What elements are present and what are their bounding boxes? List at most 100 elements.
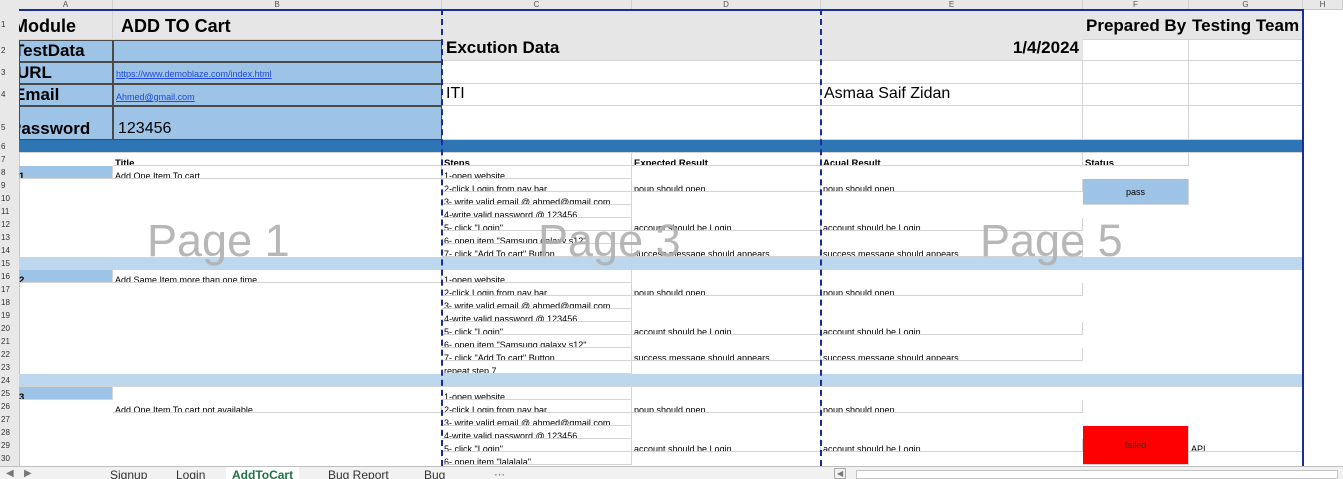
- cell-c5[interactable]: [442, 106, 821, 140]
- column-header-h[interactable]: H: [1303, 0, 1343, 9]
- cell-a2[interactable]: TestData: [19, 40, 113, 62]
- row-header[interactable]: 28: [0, 426, 19, 439]
- row-header[interactable]: 14: [0, 244, 19, 257]
- case-title-cell[interactable]: Add Same Item more than one time: [113, 270, 442, 283]
- case-id-cell[interactable]: 3: [19, 387, 113, 400]
- step-cell[interactable]: repeat step 7: [442, 361, 632, 374]
- expected-cell[interactable]: poup should open: [632, 400, 821, 413]
- tab-addtocart[interactable]: AddToCart: [226, 467, 300, 479]
- cell-e4[interactable]: Asmaa Saif Zidan: [821, 84, 1083, 106]
- cell-a4[interactable]: Email: [19, 84, 113, 106]
- cell-c3[interactable]: [442, 61, 821, 84]
- row-header[interactable]: 26: [0, 400, 19, 413]
- actual-cell[interactable]: account should be Login: [821, 218, 1083, 231]
- row-header[interactable]: 20: [0, 322, 19, 335]
- cell-a1[interactable]: Module: [19, 9, 113, 40]
- actual-cell[interactable]: account should be Login: [821, 439, 1083, 452]
- row-header[interactable]: 17: [0, 283, 19, 296]
- cell-b1[interactable]: ADD TO Cart: [113, 9, 442, 40]
- row-header[interactable]: 12: [0, 218, 19, 231]
- row-header[interactable]: 25: [0, 387, 19, 400]
- step-cell[interactable]: 6- open item "Samsung galaxy s12": [442, 335, 632, 348]
- row-header[interactable]: 6: [0, 140, 19, 153]
- column-header-c[interactable]: C: [442, 0, 632, 9]
- cell-f4[interactable]: [1083, 84, 1189, 106]
- step-cell[interactable]: 2-click Login from nav bar: [442, 283, 632, 296]
- row-header[interactable]: 13: [0, 231, 19, 244]
- case-title-cell[interactable]: Add One Item To cart not available: [113, 400, 442, 413]
- row-header[interactable]: 22: [0, 348, 19, 361]
- email-link[interactable]: Ahmed@gmail.com: [116, 92, 195, 102]
- step-cell[interactable]: 6- open item "lalalala": [442, 452, 632, 465]
- step-cell[interactable]: 4-write valid password @ 123456: [442, 426, 632, 439]
- expected-cell[interactable]: account should be Login: [632, 322, 821, 335]
- step-cell[interactable]: 1-open website: [442, 166, 632, 179]
- actual-cell[interactable]: account should be Login: [821, 322, 1083, 335]
- tab-bug[interactable]: Bug: [418, 467, 451, 479]
- row-header[interactable]: 7: [0, 153, 19, 166]
- step-cell[interactable]: 4-write valid password @ 123456: [442, 309, 632, 322]
- row-header[interactable]: 16: [0, 270, 19, 283]
- step-cell[interactable]: 7- click "Add To cart" Button: [442, 348, 632, 361]
- cell-b4[interactable]: Ahmed@gmail.com: [113, 84, 442, 106]
- cell-g4[interactable]: [1189, 84, 1303, 106]
- actual-cell[interactable]: success message should appears: [821, 348, 1083, 361]
- column-header-d[interactable]: D: [632, 0, 821, 9]
- step-cell[interactable]: 7- click "Add To cart" Button: [442, 244, 632, 257]
- row-header[interactable]: 11: [0, 205, 19, 218]
- header-expected-cell[interactable]: Expected Result: [632, 153, 821, 166]
- step-cell[interactable]: 2-click Login from nav bar: [442, 179, 632, 192]
- row-header[interactable]: 21: [0, 335, 19, 348]
- horizontal-scrollbar[interactable]: [856, 470, 1338, 479]
- row-header[interactable]: 27: [0, 413, 19, 426]
- row-header[interactable]: 2: [0, 40, 19, 62]
- url-link[interactable]: https://www.demoblaze.com/index.html: [116, 69, 272, 79]
- cell-e5[interactable]: [821, 106, 1083, 140]
- case-id-cell[interactable]: 1: [19, 166, 113, 179]
- more-tabs-icon[interactable]: ⋯: [494, 468, 505, 479]
- row-header[interactable]: 9: [0, 179, 19, 192]
- cell-b5[interactable]: 123456: [113, 106, 442, 140]
- spreadsheet[interactable]: A B C D E F G H 1 2 3 4 5 6 7 8 9 10 11 …: [0, 0, 1343, 479]
- header-steps-cell[interactable]: Steps: [442, 153, 632, 166]
- status-badge[interactable]: failed: [1083, 426, 1189, 465]
- tab-signup[interactable]: Signup: [104, 467, 153, 479]
- cell-b3[interactable]: https://www.demoblaze.com/index.html: [113, 62, 442, 84]
- actual-cell[interactable]: success message should appears: [821, 244, 1083, 257]
- step-cell[interactable]: 5- click "Login": [442, 322, 632, 335]
- case-id-cell[interactable]: 2: [19, 270, 113, 283]
- step-cell[interactable]: 1-open website: [442, 387, 632, 400]
- header-title-cell[interactable]: Title: [113, 153, 442, 166]
- row-header[interactable]: 18: [0, 296, 19, 309]
- header-actual-cell[interactable]: Acual Result: [821, 153, 1083, 166]
- step-cell[interactable]: 1-open website: [442, 270, 632, 283]
- actual-cell[interactable]: poup should open: [821, 400, 1083, 413]
- expected-cell[interactable]: success message should appears: [632, 244, 821, 257]
- row-header[interactable]: 1: [0, 18, 19, 40]
- column-header-b[interactable]: B: [113, 0, 442, 9]
- cell-f1[interactable]: Prepared By: [1083, 9, 1189, 40]
- hscroll-left-icon[interactable]: ◀: [834, 468, 847, 479]
- column-header-g[interactable]: G: [1189, 0, 1303, 9]
- row-header[interactable]: 24: [0, 374, 19, 387]
- cell-e3[interactable]: [821, 61, 1083, 84]
- case-title-cell[interactable]: Add One Item To cart: [113, 166, 442, 179]
- row-header[interactable]: 29: [0, 439, 19, 452]
- cell-g5[interactable]: [1189, 106, 1303, 140]
- expected-cell[interactable]: poup should open: [632, 283, 821, 296]
- status-badge[interactable]: pass: [1083, 179, 1189, 205]
- actual-cell[interactable]: poup should open: [821, 179, 1083, 192]
- cell-g1[interactable]: Testing Team: [1189, 9, 1303, 40]
- row-header[interactable]: 10: [0, 192, 19, 205]
- cell-c1-e2[interactable]: Excution Data 1/4/2024: [442, 9, 1083, 61]
- expected-cell[interactable]: account should be Login: [632, 218, 821, 231]
- row-header[interactable]: 23: [0, 361, 19, 374]
- column-header-a[interactable]: A: [19, 0, 113, 9]
- column-header-f[interactable]: F: [1083, 0, 1189, 9]
- row-header[interactable]: 19: [0, 309, 19, 322]
- note-cell[interactable]: API: [1189, 439, 1303, 452]
- step-cell[interactable]: 3- write valid email @ ahmed@gmail.com: [442, 192, 632, 205]
- step-cell[interactable]: 5- click "Login": [442, 439, 632, 452]
- cell-a5[interactable]: Password: [19, 106, 113, 140]
- cell-g2[interactable]: [1189, 40, 1303, 61]
